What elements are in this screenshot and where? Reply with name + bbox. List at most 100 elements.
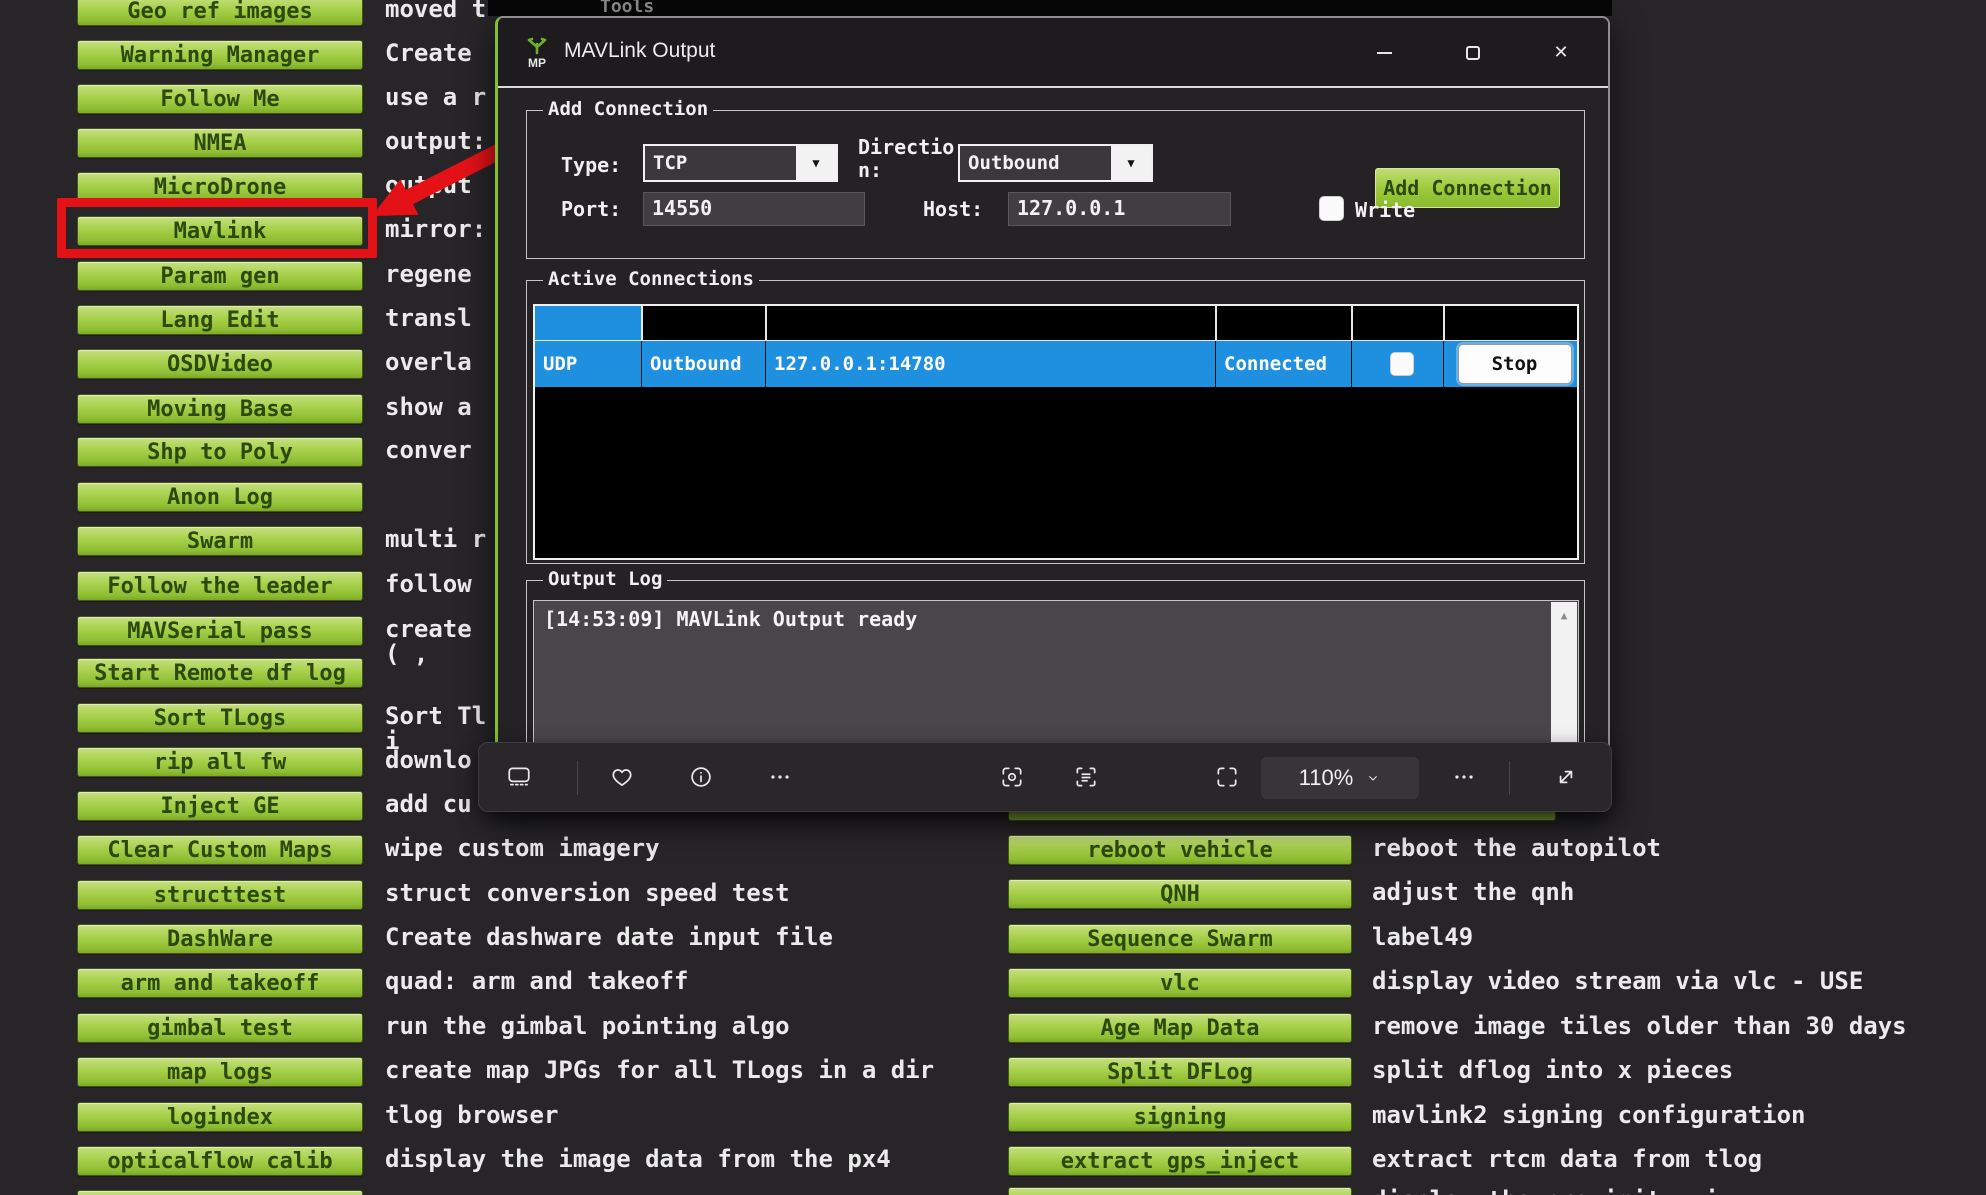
more-options-icon[interactable]: [1451, 764, 1477, 790]
mavlink-output-window: MP MAVLink Output ✕ Add Connection Type:…: [495, 16, 1610, 812]
tool-description: quad: arm and takeoff: [385, 969, 688, 994]
window-titlebar[interactable]: MP MAVLink Output ✕: [498, 18, 1608, 88]
direction-dropdown-value: Outbound: [960, 146, 1111, 180]
group-legend: Active Connections: [543, 268, 759, 290]
type-dropdown[interactable]: TCP ▼: [643, 144, 838, 182]
direction-dropdown[interactable]: Outbound ▼: [958, 144, 1153, 182]
scroll-up-icon[interactable]: ▲: [1551, 602, 1577, 628]
cell-write: [1351, 341, 1443, 387]
tool-button[interactable]: structtest: [77, 880, 363, 910]
stop-button[interactable]: Stop: [1458, 344, 1572, 384]
tool-button[interactable]: vlc: [1008, 968, 1352, 998]
port-label: Port:: [561, 198, 621, 221]
cell-type: UDP: [535, 341, 641, 387]
favorite-heart-icon[interactable]: [609, 764, 635, 790]
tool-button[interactable]: QNH: [1008, 879, 1352, 909]
more-options-icon[interactable]: [767, 764, 793, 790]
host-input[interactable]: 127.0.0.1: [1008, 192, 1231, 226]
tool-button[interactable]: arm and takeoff: [77, 968, 363, 998]
table-row[interactable]: UDP Outbound 127.0.0.1:14780 Connected S…: [535, 341, 1577, 387]
tool-button[interactable]: Swarm: [77, 526, 363, 556]
tool-description: moved t: [385, 0, 486, 22]
tool-button[interactable]: NMEA: [77, 128, 363, 158]
cell-action: Stop: [1443, 341, 1577, 387]
column-header[interactable]: [535, 306, 641, 340]
window-title: MAVLink Output: [564, 39, 715, 63]
tool-button[interactable]: reboot vehicle: [1008, 835, 1352, 865]
chevron-down-icon[interactable]: ▼: [1111, 146, 1151, 180]
column-header[interactable]: [1215, 306, 1351, 340]
slideshow-icon[interactable]: [506, 764, 532, 790]
tool-description: display video stream via vlc - USE: [1372, 969, 1863, 994]
zoom-dropdown[interactable]: 110%: [1261, 757, 1419, 799]
tool-button[interactable]: Lang Edit: [77, 305, 363, 335]
tool-description: remove image tiles older than 30 days: [1372, 1014, 1907, 1039]
row-write-checkbox[interactable]: [1390, 352, 1414, 376]
connections-table: UDP Outbound 127.0.0.1:14780 Connected S…: [533, 304, 1579, 560]
tool-description: create ( ,: [385, 617, 472, 667]
tool-button[interactable]: extract gps_inject: [1008, 1146, 1352, 1176]
write-label: Write: [1355, 199, 1415, 222]
column-header[interactable]: [1351, 306, 1443, 340]
tool-button[interactable]: Shp to Poly: [77, 437, 363, 467]
tool-button[interactable]: Moving Base: [77, 394, 363, 424]
tool-button[interactable]: Sort TLogs: [77, 703, 363, 733]
tool-button[interactable]: DashWare: [77, 924, 363, 954]
tool-description: output:: [385, 129, 486, 154]
svg-text:MP: MP: [528, 56, 546, 70]
tool-button[interactable]: map logs: [77, 1057, 363, 1087]
text-extract-icon[interactable]: [1073, 764, 1099, 790]
tool-button[interactable]: Start Remote df log: [77, 658, 363, 688]
tool-button[interactable]: Anon Log: [77, 482, 363, 512]
tool-description: run the gimbal pointing algo: [385, 1014, 790, 1039]
minimize-button[interactable]: [1361, 30, 1407, 76]
tool-button[interactable]: Inject GE: [77, 791, 363, 821]
tool-button[interactable]: Follow the leader: [77, 571, 363, 601]
fullscreen-icon[interactable]: [1553, 764, 1579, 790]
tool-button[interactable]: Split DFLog: [1008, 1057, 1352, 1087]
tool-button[interactable]: signing: [1008, 1102, 1352, 1132]
tool-button[interactable]: MAVSerial pass: [77, 616, 363, 646]
tool-button[interactable]: Sequence Swarm: [1008, 924, 1352, 954]
tool-button[interactable]: Param gen: [77, 261, 363, 291]
tool-description: Create: [385, 41, 472, 66]
tool-description: struct conversion speed test: [385, 881, 790, 906]
fit-to-window-icon[interactable]: [1214, 764, 1240, 790]
tool-button[interactable]: rip all fw: [77, 747, 363, 777]
tool-description: reboot the autopilot: [1372, 836, 1661, 861]
tool-description: mavlink2 signing configuration: [1372, 1103, 1805, 1128]
tool-description: extract rtcm data from tlog: [1372, 1147, 1762, 1172]
tool-button[interactable]: Geo ref images: [77, 0, 363, 26]
menu-item-tools[interactable]: Tools: [600, 0, 654, 16]
toolbar-divider: [577, 761, 578, 795]
chevron-down-icon[interactable]: ▼: [796, 146, 836, 180]
tool-button[interactable]: opticalflow calib: [77, 1146, 363, 1176]
column-header[interactable]: [641, 306, 765, 340]
maximize-button[interactable]: [1450, 30, 1496, 76]
cell-direction: Outbound: [641, 341, 765, 387]
chevron-down-icon: [1365, 770, 1381, 786]
tool-description: adjust the qnh: [1372, 880, 1574, 905]
info-icon[interactable]: [688, 764, 714, 790]
group-legend: Add Connection: [543, 98, 713, 120]
close-button[interactable]: ✕: [1538, 30, 1584, 76]
tool-button[interactable]: Age Map Data: [1008, 1013, 1352, 1043]
port-input[interactable]: 14550: [643, 192, 865, 226]
write-checkbox[interactable]: [1319, 196, 1344, 221]
tool-button[interactable]: gimbal test: [77, 1013, 363, 1043]
mission-planner-logo-icon: MP: [520, 36, 554, 70]
tool-button[interactable]: Warning Manager: [77, 40, 363, 70]
tool-button[interactable]: Clear Custom Maps: [77, 835, 363, 865]
visual-search-icon[interactable]: [999, 764, 1025, 790]
tool-button[interactable]: Follow Me: [77, 84, 363, 114]
tool-button[interactable]: [1008, 1187, 1352, 1195]
tool-description: regene: [385, 262, 472, 287]
column-header[interactable]: [765, 306, 1215, 340]
tool-button[interactable]: OSDVideo: [77, 349, 363, 379]
zoom-level: 110%: [1299, 765, 1354, 791]
tool-description: conver: [385, 438, 472, 463]
column-header[interactable]: [1443, 306, 1577, 340]
tool-button[interactable]: logindex: [77, 1102, 363, 1132]
table-header: [535, 306, 1577, 341]
tool-button[interactable]: [77, 1190, 363, 1195]
